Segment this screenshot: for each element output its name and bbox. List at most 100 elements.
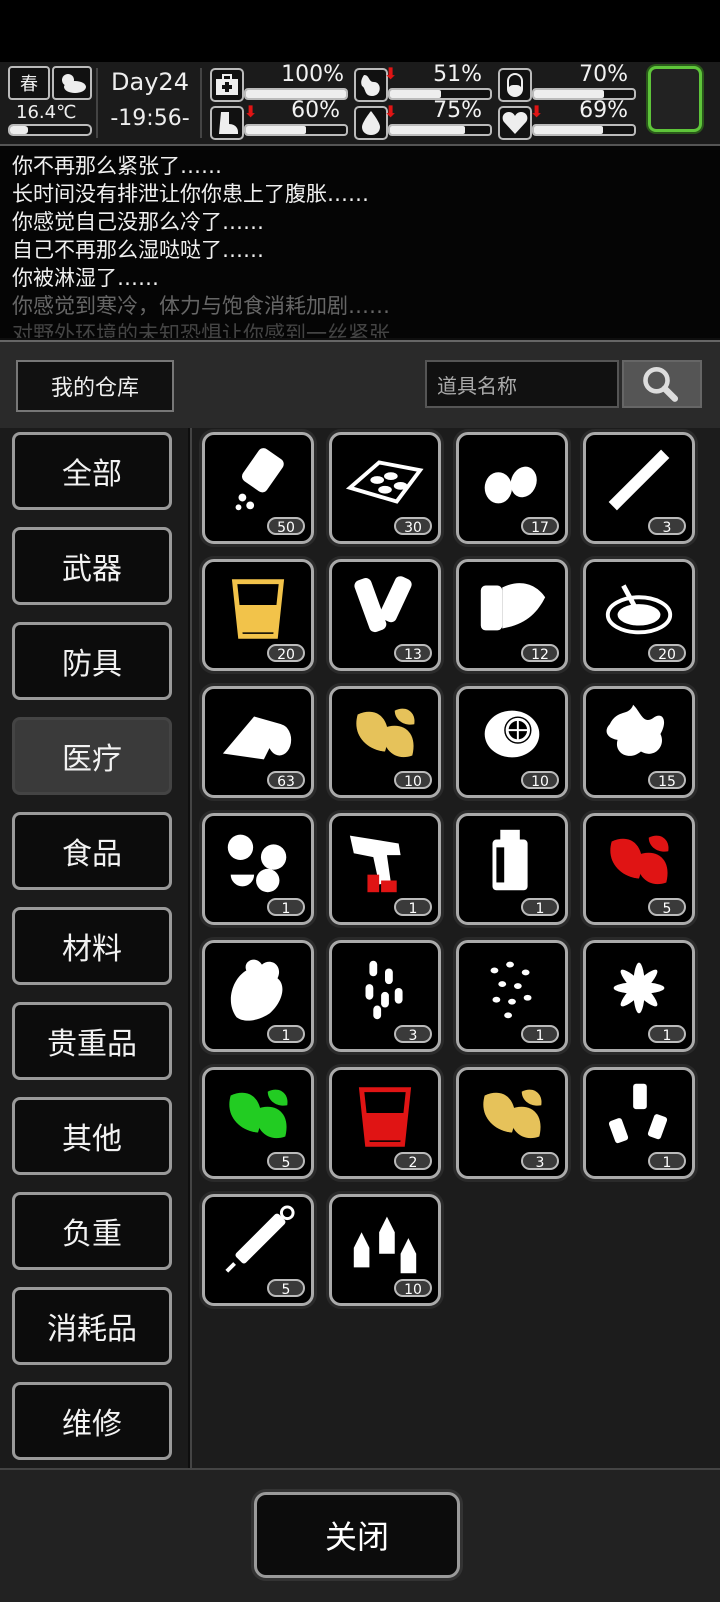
log-line: 你不再那么紧张了…… xyxy=(12,154,222,178)
blister-pack-icon xyxy=(345,460,424,504)
herb-yellow-icon xyxy=(483,1089,542,1139)
root-icon xyxy=(230,959,283,1021)
item-slot[interactable]: 30 xyxy=(329,432,441,544)
divider xyxy=(96,68,98,138)
vial-icon xyxy=(492,829,528,891)
category-weapons[interactable]: 武器 xyxy=(12,527,172,605)
cigarette-icon xyxy=(608,449,670,511)
energy-value: 70% xyxy=(579,62,628,87)
ginger-icon xyxy=(606,704,665,756)
dropper-bottles-icon xyxy=(353,1216,417,1274)
item-quantity: 20 xyxy=(648,644,686,663)
thirst-value: 75% xyxy=(433,98,482,123)
log-line: 自己不再那么湿哒哒了…… xyxy=(12,238,264,262)
mood-value: 69% xyxy=(579,98,628,123)
log-line: 长时间没有排泄让你你患上了腹胀…… xyxy=(12,182,369,206)
item-slot[interactable]: 63 xyxy=(202,686,314,798)
bottom-bar: 关闭 xyxy=(0,1468,720,1602)
category-repair[interactable]: 维修 xyxy=(12,1382,172,1460)
pill-bottle-icon xyxy=(235,448,284,511)
herb-red-icon xyxy=(610,835,669,885)
search-button[interactable] xyxy=(622,360,702,408)
close-button[interactable]: 关闭 xyxy=(254,1492,460,1578)
bandage-roll-icon xyxy=(354,576,412,633)
item-slot[interactable]: 50 xyxy=(202,432,314,544)
category-valuables[interactable]: 贵重品 xyxy=(12,1002,172,1080)
item-quantity: 1 xyxy=(267,898,305,917)
item-slot[interactable]: 13 xyxy=(329,559,441,671)
star-anise-icon xyxy=(613,962,665,1014)
item-quantity: 15 xyxy=(648,771,686,790)
item-quantity: 1 xyxy=(267,1025,305,1044)
bowl-icon xyxy=(605,584,673,635)
item-search-input[interactable]: 道具名称 xyxy=(425,360,619,408)
item-slot[interactable]: 20 xyxy=(202,559,314,671)
flare-gun-icon xyxy=(349,835,401,893)
item-slot[interactable]: 5 xyxy=(202,1194,314,1306)
weather-icon xyxy=(52,66,92,100)
item-slot[interactable]: 15 xyxy=(583,686,695,798)
category-materials[interactable]: 材料 xyxy=(12,907,172,985)
item-slot[interactable]: 5 xyxy=(202,1067,314,1179)
herb-green-icon xyxy=(229,1089,288,1139)
item-quantity: 5 xyxy=(267,1279,305,1298)
category-other[interactable]: 其他 xyxy=(12,1097,172,1175)
category-armor[interactable]: 防具 xyxy=(12,622,172,700)
item-slot[interactable]: 1 xyxy=(456,813,568,925)
syringe-icon xyxy=(225,1205,295,1273)
item-quantity: 63 xyxy=(267,771,305,790)
item-quantity: 1 xyxy=(394,898,432,917)
temperature-label: 16.4℃ xyxy=(16,102,77,123)
hunger-value: 51% xyxy=(433,62,482,87)
item-slot[interactable]: 1 xyxy=(202,813,314,925)
category-list: 全部 武器 防具 医疗 食品 材料 贵重品 其他 负重 消耗品 维修 xyxy=(0,428,188,1468)
item-quantity: 5 xyxy=(648,898,686,917)
log-line: 你感觉自己没那么冷了…… xyxy=(12,210,264,234)
item-slot[interactable]: 3 xyxy=(329,940,441,1052)
gauze-icon xyxy=(480,583,546,631)
item-quantity: 3 xyxy=(648,517,686,536)
item-slot[interactable]: 1 xyxy=(329,813,441,925)
item-slot[interactable]: 1 xyxy=(202,940,314,1052)
item-slot[interactable]: 3 xyxy=(456,1067,568,1179)
item-slot[interactable]: 17 xyxy=(456,432,568,544)
item-slot[interactable]: 12 xyxy=(456,559,568,671)
item-slot[interactable]: 1 xyxy=(456,940,568,1052)
equipped-slot[interactable] xyxy=(648,66,702,132)
glass-yellow-icon xyxy=(231,579,285,639)
category-load[interactable]: 负重 xyxy=(12,1192,172,1270)
item-slot[interactable]: 10 xyxy=(456,686,568,798)
item-quantity: 50 xyxy=(267,517,305,536)
glass-red-icon xyxy=(358,1087,412,1147)
tape-roll-icon xyxy=(222,716,292,760)
mood-bar xyxy=(532,124,636,136)
thirst-bar xyxy=(388,124,492,136)
grains-icon xyxy=(490,961,532,1019)
search-icon xyxy=(643,367,679,402)
top-strip xyxy=(0,0,720,62)
item-slot[interactable]: 1 xyxy=(583,940,695,1052)
item-quantity: 3 xyxy=(394,1025,432,1044)
log-line: 你被淋湿了…… xyxy=(12,266,159,290)
item-slot[interactable]: 2 xyxy=(329,1067,441,1179)
item-slot[interactable]: 1 xyxy=(583,1067,695,1179)
stamina-bar xyxy=(244,124,348,136)
category-all[interactable]: 全部 xyxy=(12,432,172,510)
item-quantity: 12 xyxy=(521,644,559,663)
item-slot[interactable]: 10 xyxy=(329,686,441,798)
item-slot[interactable]: 5 xyxy=(583,813,695,925)
item-quantity: 17 xyxy=(521,517,559,536)
item-quantity: 1 xyxy=(521,1025,559,1044)
item-slot[interactable]: 20 xyxy=(583,559,695,671)
item-quantity: 30 xyxy=(394,517,432,536)
day-label: Day24 xyxy=(111,68,189,96)
category-food[interactable]: 食品 xyxy=(12,812,172,890)
my-storage-button[interactable]: 我的仓库 xyxy=(16,360,174,412)
thermometer-bar xyxy=(8,124,92,136)
item-quantity: 20 xyxy=(267,644,305,663)
category-consumables[interactable]: 消耗品 xyxy=(12,1287,172,1365)
item-slot[interactable]: 3 xyxy=(583,432,695,544)
category-medical[interactable]: 医疗 xyxy=(12,717,172,795)
item-slot[interactable]: 10 xyxy=(329,1194,441,1306)
message-log: 你不再那么紧张了…… 长时间没有排泄让你你患上了腹胀…… 你感觉自己没那么冷了…… xyxy=(0,146,720,338)
